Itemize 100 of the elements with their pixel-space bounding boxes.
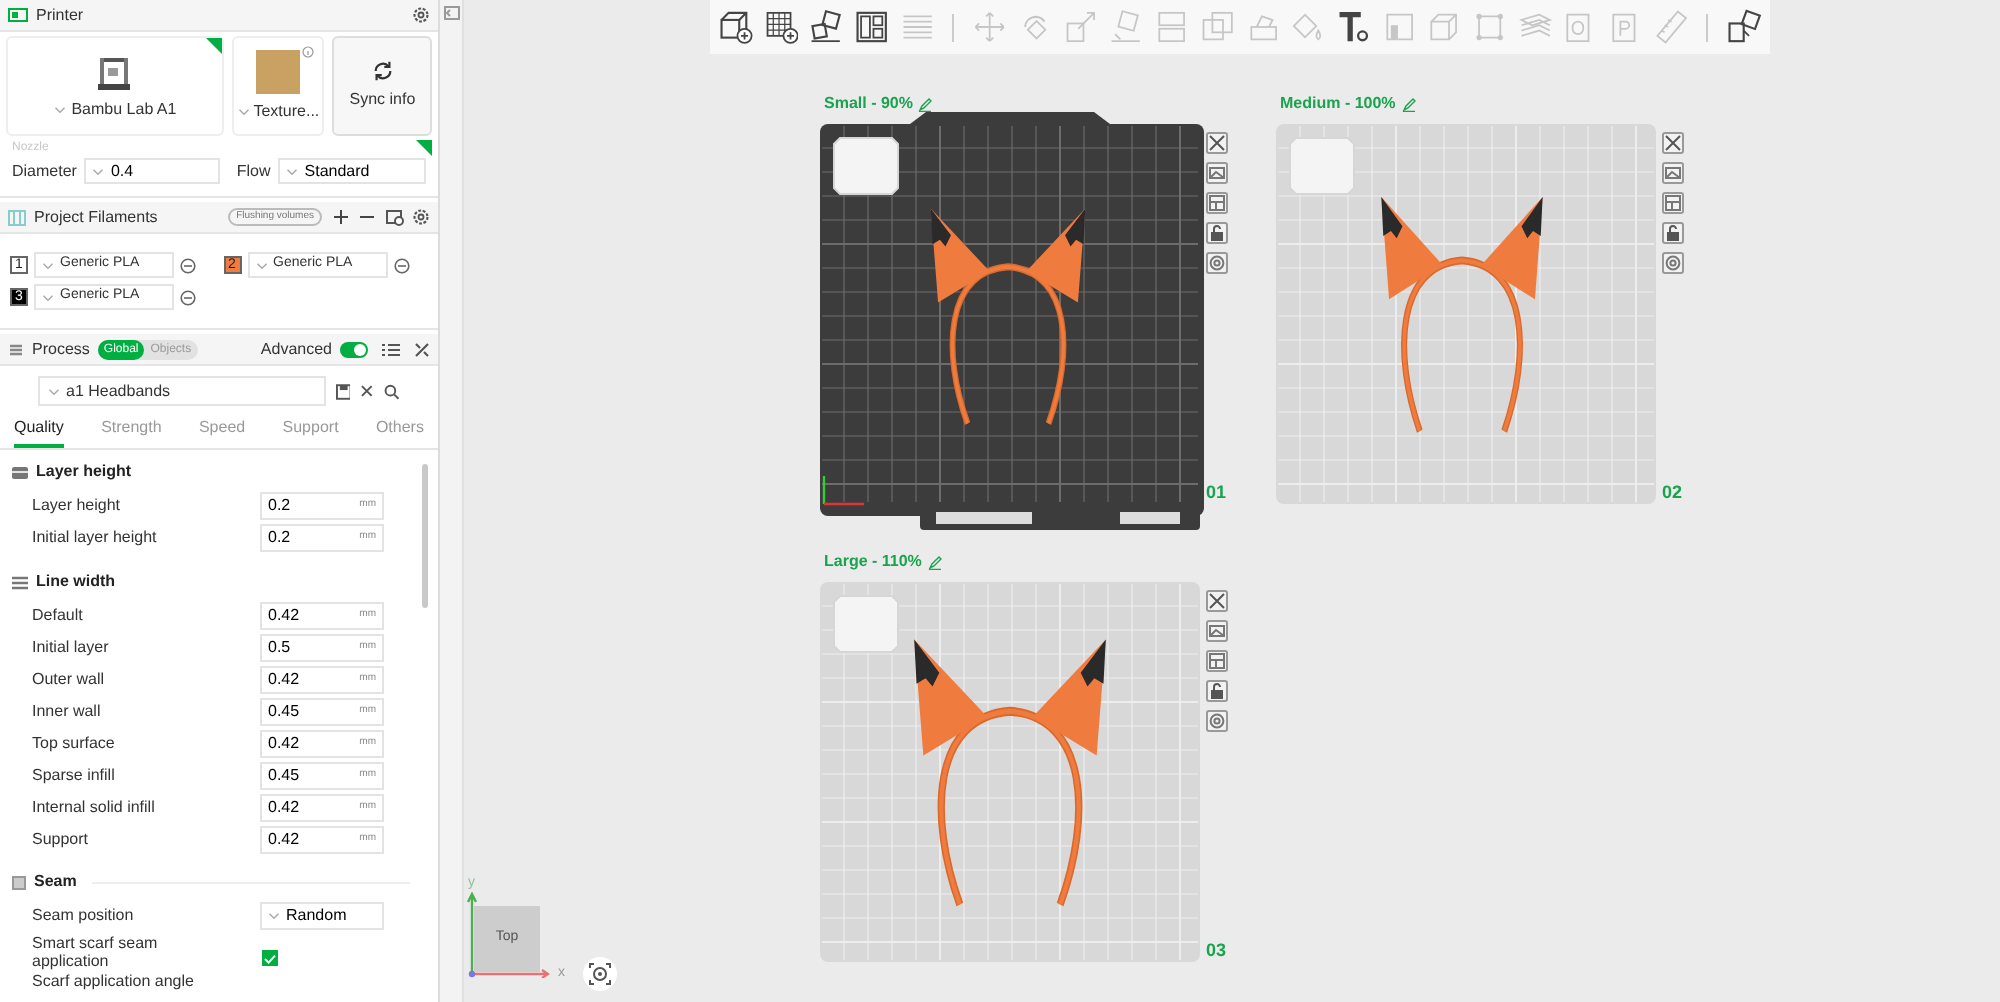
section-heading: Seam <box>34 870 77 894</box>
setting-label: Smart scarf seam application <box>32 934 160 970</box>
chevron-down-icon <box>53 105 66 113</box>
collapse-panel-icon[interactable] <box>443 6 459 20</box>
section-title: Process <box>32 337 90 361</box>
section-heading: Line width <box>36 570 116 594</box>
text-tool-icon[interactable] <box>1335 8 1372 46</box>
pencil-icon[interactable] <box>1401 97 1416 111</box>
corner-flag-icon <box>416 140 432 156</box>
plate-select[interactable]: Texture... <box>237 99 320 123</box>
lock-icon[interactable] <box>1206 680 1228 702</box>
plus-icon[interactable] <box>334 210 348 224</box>
close-icon[interactable] <box>1206 590 1228 612</box>
sync-info-button[interactable]: Sync info <box>332 36 432 136</box>
advanced-label: Advanced <box>260 337 332 361</box>
picture-icon[interactable] <box>1206 620 1228 642</box>
picture-icon[interactable] <box>1662 162 1684 184</box>
field-label: Diameter <box>12 159 77 183</box>
pencil-icon[interactable] <box>927 555 942 569</box>
flow-select[interactable]: Standard <box>278 158 426 184</box>
plate-label: Large - 110% <box>824 550 922 574</box>
minus-circle-icon[interactable] <box>180 289 196 305</box>
layout-icon[interactable] <box>1206 650 1228 672</box>
chevron-down-icon <box>268 912 280 920</box>
axes-drawing <box>466 892 550 978</box>
preset-select[interactable]: a1 Headbands <box>38 376 326 406</box>
plate-number: 02 <box>1662 480 1683 506</box>
field-label: Flow <box>236 159 271 183</box>
save-icon[interactable] <box>335 383 351 399</box>
build-plate[interactable] <box>820 110 1204 530</box>
settings-icon[interactable] <box>412 6 430 24</box>
setting-label: Initial layer <box>32 636 109 660</box>
chevron-down-icon <box>286 167 299 175</box>
picture-icon[interactable] <box>1206 162 1228 184</box>
settings-icon[interactable] <box>1206 710 1228 732</box>
close-icon[interactable] <box>1206 132 1228 154</box>
close-icon[interactable] <box>360 384 375 398</box>
scrollbar-thumb[interactable] <box>422 464 428 608</box>
chevron-down-icon <box>237 107 250 115</box>
info-icon[interactable] <box>302 46 315 58</box>
plate-number: 03 <box>1206 938 1227 964</box>
setting-label: Default <box>32 604 83 628</box>
plate-texture-swatch <box>256 49 301 93</box>
setting-label: Scarf application angle <box>32 972 194 990</box>
checkbox[interactable] <box>262 950 278 966</box>
setting-label: Outer wall <box>32 668 105 692</box>
chevron-down-icon <box>92 167 105 175</box>
chevron-down-icon <box>48 387 60 395</box>
spool-icon <box>8 209 26 225</box>
square-icon <box>12 875 26 889</box>
settings-icon[interactable] <box>1662 252 1684 274</box>
plate-label: Medium - 100% <box>1280 92 1396 116</box>
section-title: Project Filaments <box>34 205 160 229</box>
list-icon[interactable] <box>382 341 400 357</box>
stack-icon <box>12 465 28 479</box>
layout-icon[interactable] <box>1206 192 1228 214</box>
setting-label: Inner wall <box>32 700 101 724</box>
plate-label: Small - 90% <box>824 92 913 116</box>
setting-label: Internal solid infill <box>32 796 155 820</box>
layout-icon[interactable] <box>1662 192 1684 214</box>
printer-select[interactable]: Bambu Lab A1 <box>53 97 177 121</box>
cube-plus-icon[interactable] <box>718 8 754 46</box>
minus-circle-icon[interactable] <box>393 257 409 273</box>
setting-label: Support <box>32 828 89 852</box>
chevron-down-icon <box>255 261 267 269</box>
minus-circle-icon[interactable] <box>180 257 196 273</box>
printer-card[interactable]: Bambu Lab A1 <box>6 36 224 136</box>
plate-card[interactable]: Texture... <box>231 36 325 136</box>
lock-icon[interactable] <box>1662 222 1684 244</box>
close-icon[interactable] <box>1662 132 1684 154</box>
assembly-icon[interactable] <box>1726 8 1762 46</box>
sync-icon <box>371 60 394 82</box>
split-panel-icon[interactable] <box>854 8 890 46</box>
lock-icon[interactable] <box>1206 222 1228 244</box>
stack-icon <box>8 341 24 357</box>
diameter-select[interactable]: 0.4 <box>84 158 221 184</box>
dropdown-field[interactable]: Random <box>260 902 384 930</box>
settings-icon[interactable] <box>412 208 430 226</box>
setting-label: Seam position <box>32 904 134 928</box>
recenter-icon[interactable] <box>582 956 618 992</box>
setting-label: Top surface <box>32 732 115 756</box>
section-heading: Layer height <box>36 460 132 484</box>
setting-label: Layer height <box>32 494 121 518</box>
setting-label: Sparse infill <box>32 764 115 788</box>
lines-icon <box>12 575 28 589</box>
section-title: Printer <box>36 3 86 27</box>
monitor-icon <box>8 7 28 23</box>
settings-icon[interactable] <box>1206 252 1228 274</box>
minus-icon[interactable] <box>360 210 374 224</box>
setting-label: Initial layer height <box>32 526 157 550</box>
chevron-down-icon <box>42 293 54 301</box>
settings-tab[interactable]: Quality <box>14 416 64 448</box>
tilted-squares-icon[interactable] <box>808 8 845 46</box>
pencil-icon[interactable] <box>918 97 933 111</box>
corner-flag-icon <box>205 38 222 54</box>
plate-number: 01 <box>1206 480 1227 506</box>
advanced-toggle[interactable] <box>340 341 368 357</box>
grid-plus-icon[interactable] <box>763 8 799 46</box>
chevron-down-icon <box>42 261 54 269</box>
search-icon[interactable] <box>384 383 400 399</box>
